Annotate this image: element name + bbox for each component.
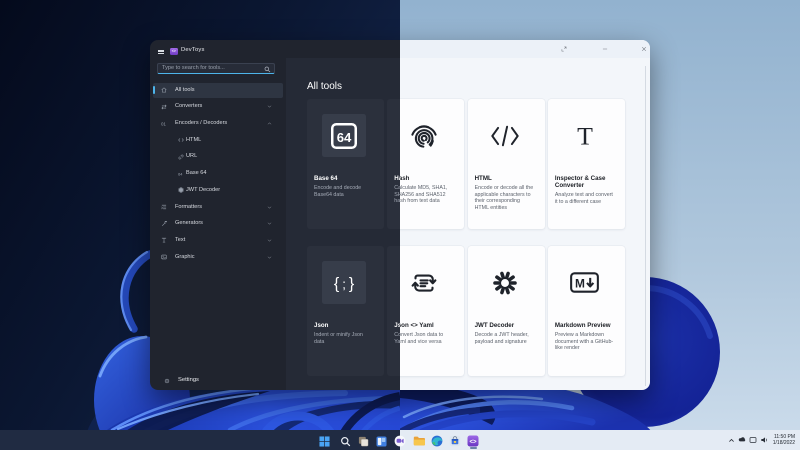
svg-text:01: 01 (161, 121, 166, 126)
svg-text:64: 64 (337, 129, 352, 144)
svg-text:{: { (334, 275, 340, 292)
svg-text:M: M (575, 276, 585, 290)
svg-text:}: } (349, 275, 355, 292)
svg-text:64: 64 (178, 172, 183, 176)
svg-text:<>: <> (469, 439, 477, 445)
svg-text:;: ; (342, 276, 346, 291)
svg-text:T: T (577, 122, 593, 150)
